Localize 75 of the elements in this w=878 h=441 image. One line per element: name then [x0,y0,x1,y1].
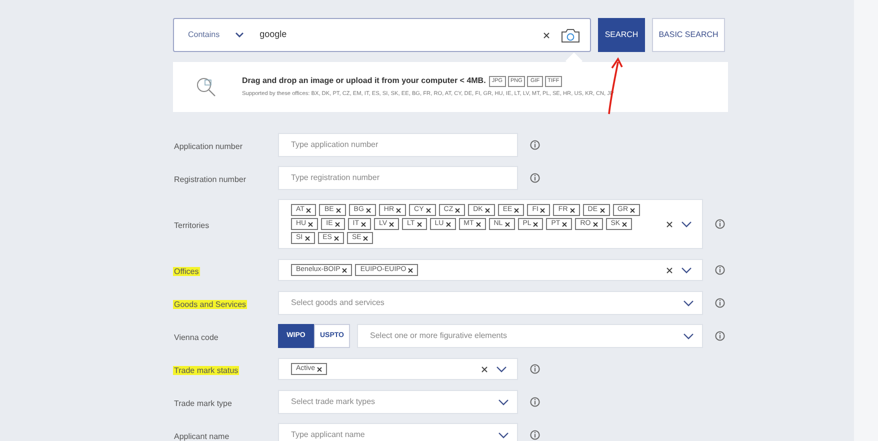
camera-icon[interactable] [561,28,580,42]
remove-icon[interactable] [504,222,510,226]
info-icon[interactable] [715,331,725,341]
select-field[interactable]: Type applicant name [278,423,518,441]
info-icon[interactable] [715,265,725,275]
search-field[interactable]: Contains google [173,18,591,52]
chevron-down-icon[interactable] [681,220,692,228]
remove-icon[interactable] [570,208,575,212]
input-field[interactable]: Type application number [278,133,518,157]
info-icon[interactable] [530,430,540,440]
chevron-down-icon[interactable] [498,398,509,406]
field-label: Applicant name [173,432,230,441]
remove-icon[interactable] [533,222,538,226]
chevron-down-icon[interactable] [681,266,692,274]
remove-icon[interactable] [360,222,366,226]
remove-icon[interactable] [366,208,371,212]
field-label: Goods and Services [173,300,248,309]
image-search-icon [196,76,218,98]
field-label: Trade mark status [173,366,240,375]
remove-icon[interactable] [389,222,394,226]
info-icon[interactable] [715,219,725,229]
basic-search-button[interactable]: BASIC SEARCH [652,18,725,52]
clear-icon[interactable] [666,220,673,228]
remove-icon[interactable] [562,222,568,226]
remove-icon[interactable] [304,236,310,240]
chevron-down-icon[interactable] [498,432,509,438]
remove-icon[interactable] [622,222,628,226]
remove-icon[interactable] [446,222,451,226]
info-icon[interactable] [530,140,540,150]
chevron-down-icon[interactable] [683,300,694,306]
remove-icon[interactable] [308,222,314,226]
clear-icon[interactable] [666,266,673,274]
mode-dropdown[interactable]: Contains [188,29,220,41]
remove-icon[interactable] [408,268,414,272]
search-button[interactable]: SEARCH [598,18,645,52]
remove-icon[interactable] [416,222,422,226]
remove-icon[interactable] [455,208,460,212]
select-field[interactable]: Select trade mark types [278,390,518,414]
remove-icon[interactable] [342,268,348,272]
remove-icon[interactable] [540,208,546,212]
upload-panel[interactable] [173,62,728,112]
remove-icon[interactable] [592,222,598,226]
remove-icon[interactable] [484,208,490,212]
remove-icon[interactable] [630,208,635,212]
select-field[interactable]: Select goods and services [278,291,703,315]
remove-icon[interactable] [426,208,431,212]
remove-icon[interactable] [476,222,481,226]
info-icon[interactable] [715,298,725,308]
field-label: Application number [173,142,244,151]
input-field[interactable]: Type registration number [278,166,518,190]
info-icon[interactable] [530,364,540,374]
remove-icon[interactable] [396,208,402,212]
remove-icon[interactable] [317,366,322,372]
remove-icon[interactable] [336,208,341,212]
remove-icon[interactable] [600,208,604,212]
select-field[interactable]: Select one or more figurative elements [357,324,703,348]
field-label: Vienna code [173,333,220,342]
close-icon[interactable] [543,32,550,38]
chevron-down-icon[interactable] [683,332,694,340]
remove-icon[interactable] [334,236,339,240]
remove-icon[interactable] [514,208,520,212]
remove-icon[interactable] [363,236,368,240]
field-label: Offices [173,267,200,276]
remove-icon[interactable] [334,222,340,226]
remove-icon[interactable] [306,208,312,212]
field-label: Territories [173,221,210,230]
field-label: Trade mark type [173,399,233,408]
info-icon[interactable] [530,173,540,183]
field-label: Registration number [173,175,248,184]
query-text: google [260,28,287,42]
upload-instructions: Drag and drop an image or upload it from your computer < 4MB. [242,75,486,88]
clear-icon[interactable] [481,366,488,372]
info-icon[interactable] [530,397,540,407]
chevron-down-icon [234,32,244,38]
chevron-down-icon[interactable] [496,366,507,372]
